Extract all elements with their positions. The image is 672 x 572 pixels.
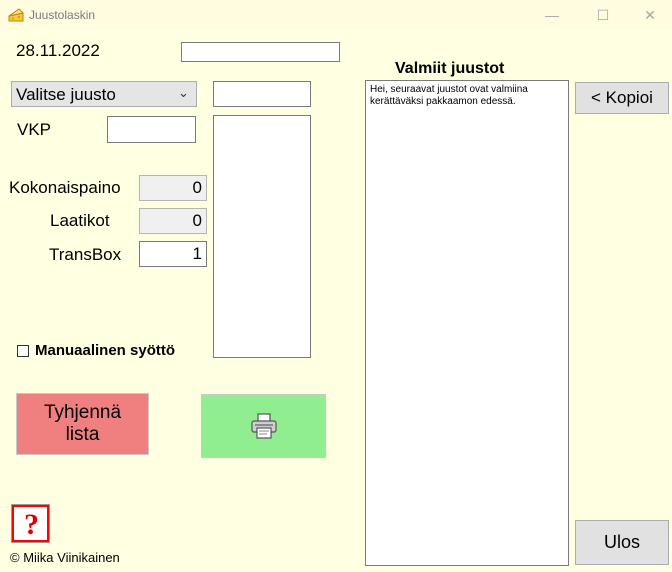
cheese-icon: [8, 8, 24, 22]
cheese-listbox[interactable]: [213, 115, 311, 358]
chevron-down-icon: ⌄: [178, 85, 189, 100]
transbox-input[interactable]: 1: [139, 241, 207, 267]
laatikot-value: 0: [139, 208, 207, 234]
title-bar: Juustolaskin — ☐ ✕: [0, 0, 672, 30]
exit-button[interactable]: Ulos: [575, 520, 669, 565]
help-button[interactable]: ?: [11, 504, 50, 543]
printer-icon: [250, 413, 277, 439]
top-text-input[interactable]: [181, 42, 340, 62]
maximize-button[interactable]: ☐: [580, 0, 626, 30]
clear-list-label: Tyhjennä lista: [43, 402, 122, 445]
date-label: 28.11.2022: [16, 41, 100, 60]
manual-input-label[interactable]: Manuaalinen syöttö: [35, 342, 175, 359]
kokonaispaino-label: Kokonaispaino: [9, 178, 121, 197]
minimize-button[interactable]: —: [529, 0, 575, 30]
transbox-label: TransBox: [49, 245, 122, 264]
cheese-code-input[interactable]: [213, 81, 311, 107]
kokonaispaino-value: 0: [139, 175, 207, 201]
ready-cheeses-textarea[interactable]: Hei, seuraavat juustot ovat valmiina ker…: [365, 80, 569, 566]
print-button[interactable]: [201, 394, 326, 458]
laatikot-label: Laatikot: [50, 211, 110, 230]
copyright-label: © Miika Viinikainen: [10, 550, 120, 565]
ready-cheeses-title: Valmiit juustot: [395, 60, 505, 77]
window-title: Juustolaskin: [29, 8, 96, 22]
clear-list-button[interactable]: Tyhjennä lista: [16, 393, 149, 455]
close-button[interactable]: ✕: [627, 0, 672, 30]
cheese-select-value: Valitse juusto: [16, 85, 116, 104]
manual-input-checkbox[interactable]: [17, 345, 29, 357]
help-icon: ?: [14, 507, 47, 541]
help-question-mark: ?: [24, 508, 39, 541]
vkp-label: VKP: [17, 120, 52, 139]
ready-cheeses-text: Hei, seuraavat juustot ovat valmiina ker…: [370, 84, 528, 107]
copy-button[interactable]: < Kopioi: [575, 82, 669, 114]
vkp-input[interactable]: [107, 116, 196, 143]
cheese-select[interactable]: Valitse juusto ⌄: [11, 81, 197, 107]
